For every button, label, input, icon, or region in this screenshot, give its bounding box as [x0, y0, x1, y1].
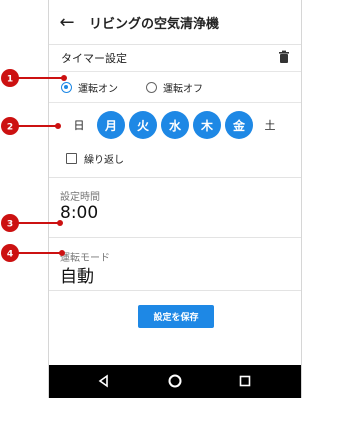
page-title: リビングの空気清浄機 — [89, 16, 220, 32]
weekday-selector: 日 月 火 水 木 金 土 — [49, 110, 301, 140]
mode-radio-group: 運転オン 運転オフ — [49, 72, 301, 103]
marker-3-number: 3 — [7, 220, 13, 230]
day-tuesday[interactable]: 火 — [129, 111, 157, 139]
app-bar: ← リビングの空気清浄機 — [49, 0, 301, 45]
divider — [49, 177, 301, 178]
day-monday[interactable]: 月 — [97, 111, 125, 139]
save-settings-button[interactable]: 設定を保存 — [138, 305, 214, 328]
day-saturday[interactable]: 土 — [256, 111, 284, 139]
repeat-checkbox-row[interactable]: 繰り返し — [66, 151, 124, 166]
arrow-left-icon[interactable]: ← — [49, 12, 85, 33]
triangle-back-icon[interactable] — [96, 373, 112, 389]
timer-label: タイマー設定 — [61, 52, 127, 65]
square-recents-icon[interactable] — [237, 373, 253, 389]
day-wednesday[interactable]: 水 — [161, 111, 189, 139]
day-thursday[interactable]: 木 — [193, 111, 221, 139]
radio-off-label: 運転オフ — [163, 83, 203, 95]
radio-on-label: 運転オン — [78, 83, 118, 95]
divider — [49, 237, 301, 238]
radio-off-circle-icon[interactable] — [146, 81, 157, 93]
marker-2-number: 2 — [7, 123, 13, 133]
day-friday[interactable]: 金 — [225, 111, 253, 139]
annotation-marker-1: 1 — [0, 68, 70, 92]
phone-screen: ← リビングの空気清浄機 タイマー設定 運転オン 運転オフ 日 月 火 水 木 … — [48, 0, 302, 398]
repeat-checkbox[interactable] — [66, 153, 77, 164]
circle-home-icon[interactable] — [167, 373, 183, 389]
repeat-label: 繰り返し — [84, 155, 124, 166]
annotation-marker-4: 4 — [0, 243, 70, 267]
time-label: 設定時間 — [60, 192, 100, 203]
marker-4-number: 4 — [7, 250, 13, 260]
timer-header-row: タイマー設定 — [49, 45, 301, 72]
divider — [49, 290, 301, 291]
radio-off[interactable]: 運転オフ — [146, 80, 203, 95]
annotation-marker-2: 2 — [0, 116, 70, 140]
trash-icon[interactable] — [277, 50, 291, 67]
annotation-marker-3: 3 — [0, 213, 70, 237]
marker-1-number: 1 — [7, 75, 13, 85]
android-nav-bar — [49, 365, 301, 398]
